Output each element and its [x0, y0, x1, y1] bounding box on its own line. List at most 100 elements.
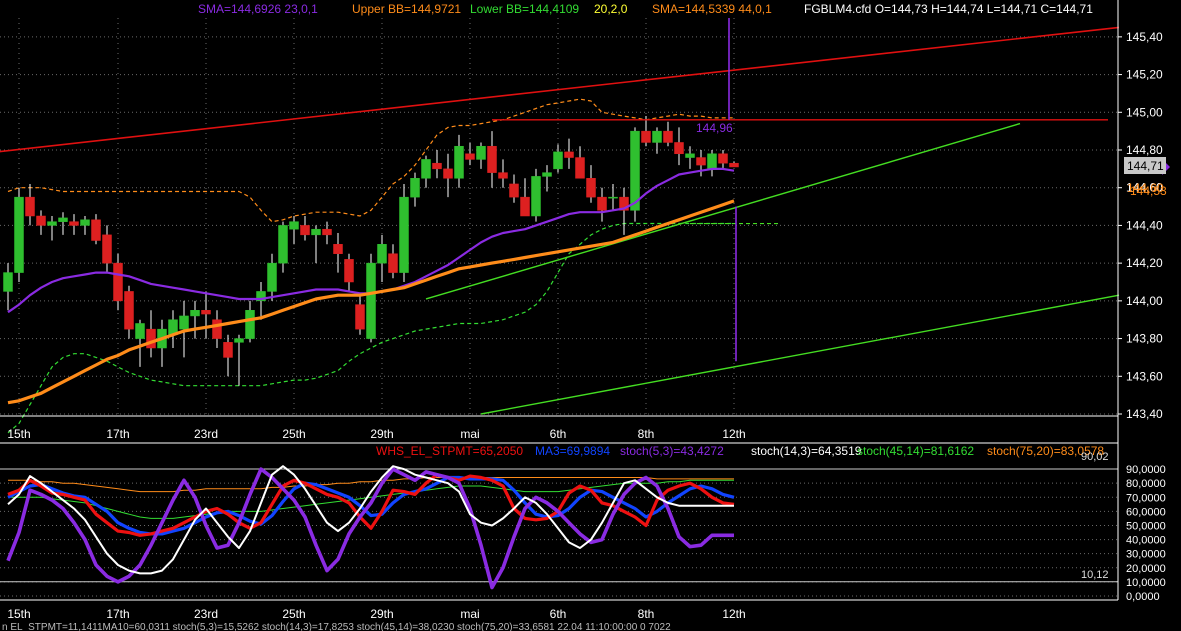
- candle-bull: [399, 196, 409, 273]
- candle-bull: [608, 196, 618, 199]
- candle-bear: [300, 225, 310, 236]
- candle-bull: [135, 323, 145, 339]
- candle-bull: [652, 130, 662, 143]
- osc-tick-label: 40,0000: [1126, 535, 1166, 547]
- legend-whs: WHS_EL_STPMT=65,2050: [376, 444, 523, 458]
- level-lo-label: 10,12: [1081, 569, 1109, 581]
- legend-stoch-14-3: stoch(14,3)=64,3519: [751, 444, 862, 458]
- candle-bear: [91, 219, 101, 241]
- candle-bear: [520, 196, 530, 217]
- osc-date-label: 29th: [370, 607, 393, 621]
- date-label: 6th: [550, 427, 567, 441]
- price-tick-label: 143,40: [1126, 407, 1163, 421]
- candle-bear: [641, 130, 651, 143]
- candle-bull: [179, 315, 189, 330]
- osc-date-label: 17th: [106, 607, 129, 621]
- candle-bull: [47, 221, 57, 226]
- candle-bull: [685, 153, 695, 158]
- legend-lower-bb: Lower BB=144,4109: [470, 2, 579, 16]
- stoch-75-20-line: [8, 477, 734, 493]
- legend-ma3: MA3=69,9894: [535, 444, 610, 458]
- candle-bear: [124, 291, 134, 330]
- osc-date-label: 25th: [282, 607, 305, 621]
- legend-ohlc: FGBLM4.cfd O=144,73 H=144,74 L=144,71 C=…: [804, 2, 1093, 16]
- candle-bear: [344, 259, 354, 283]
- date-label: 15th: [7, 427, 30, 441]
- candle-bear: [696, 157, 706, 166]
- price-tick-label: 144,00: [1126, 294, 1163, 308]
- osc-tick-label: 80,0000: [1126, 478, 1166, 490]
- osc-tick-label: 0,0000: [1126, 591, 1160, 603]
- candle-bull: [553, 151, 563, 170]
- osc-tick-label: 30,0000: [1126, 549, 1166, 561]
- candle-bull: [531, 176, 541, 217]
- candle-bull: [542, 172, 552, 177]
- osc-date-label: 12th: [722, 607, 745, 621]
- price-tick-label: 145,40: [1126, 30, 1163, 44]
- candle-bear: [25, 196, 35, 217]
- price-tick-label: 143,80: [1126, 332, 1163, 346]
- legend-stoch-5-3: stoch(5,3)=43,4272: [620, 444, 724, 458]
- candle-bear: [322, 228, 332, 236]
- trend-green-lower: [480, 294, 1120, 415]
- candle-bull: [707, 153, 717, 170]
- osc-tick-label: 70,0000: [1126, 492, 1166, 504]
- candle-bear: [729, 162, 739, 168]
- candle-bull: [377, 244, 387, 264]
- candle-bear: [223, 342, 233, 358]
- candle-bear: [575, 157, 585, 179]
- osc-tick-label: 90,0000: [1126, 464, 1166, 476]
- candle-bear: [212, 319, 222, 339]
- date-label: 8th: [638, 427, 655, 441]
- candle-bear: [498, 172, 508, 179]
- candles: [3, 116, 739, 386]
- osc-tick-label: 60,0000: [1126, 506, 1166, 518]
- candle-bear: [201, 310, 211, 315]
- candle-bull: [58, 217, 68, 222]
- osc-tick-label: 50,0000: [1126, 520, 1166, 532]
- legend-stoch-45-14: stoch(45,14)=81,6162: [857, 444, 974, 458]
- price-tick-label: 144,40: [1126, 218, 1163, 232]
- footer-status: n EL_STPMT=11,1411MA10=60,0311 stoch(5,3…: [2, 622, 671, 631]
- legend-bb-params: 20,2,0: [594, 2, 628, 16]
- candle-bear: [355, 304, 365, 330]
- candle-bull: [366, 262, 376, 339]
- candle-bear: [597, 196, 607, 211]
- osc-date-label: 6th: [550, 607, 567, 621]
- trend-green-middle: [425, 122, 1021, 300]
- candle-bear: [69, 221, 79, 226]
- legend-sma44: SMA=144,5339 44,0,1: [652, 2, 772, 16]
- resistance-label: 144,96: [696, 121, 733, 135]
- candle-bull: [245, 310, 255, 339]
- legend-sma23: SMA=144,6926 23,0,1: [198, 2, 318, 16]
- candle-bear: [663, 130, 673, 143]
- candle-bull: [410, 178, 420, 198]
- osc-tick-label: 20,0000: [1126, 563, 1166, 575]
- price-tick-label: 145,20: [1126, 68, 1163, 82]
- level-hi-label: 90,02: [1081, 451, 1109, 463]
- date-label: 29th: [370, 427, 393, 441]
- chart-canvas: 145,40145,20145,00144,80144,60144,40144,…: [0, 0, 1170, 631]
- osc-date-label: 8th: [638, 607, 655, 621]
- candle-bull: [267, 262, 277, 292]
- candle-bear: [487, 145, 497, 173]
- candle-bull: [421, 159, 431, 179]
- legend-upper-bb: Upper BB=144,9721: [352, 2, 461, 16]
- candle-bull: [14, 196, 24, 273]
- osc-tick-label: 10,0000: [1126, 577, 1166, 589]
- candle-bear: [443, 168, 453, 179]
- candle-bull: [476, 145, 486, 160]
- price-tick-label: 143,60: [1126, 369, 1163, 383]
- price-tick-label: 144,20: [1126, 256, 1163, 270]
- candle-bull: [311, 228, 321, 236]
- date-label: 17th: [106, 427, 129, 441]
- candle-bull: [190, 310, 200, 317]
- date-label: 12th: [722, 427, 745, 441]
- osc-date-label: 23rd: [194, 607, 218, 621]
- trend-red-upper: [0, 26, 1120, 153]
- candle-bear: [586, 178, 596, 198]
- osc-date-label: mai: [460, 607, 479, 621]
- candle-bear: [113, 262, 123, 302]
- candle-bear: [102, 234, 112, 264]
- candle-bear: [333, 244, 343, 254]
